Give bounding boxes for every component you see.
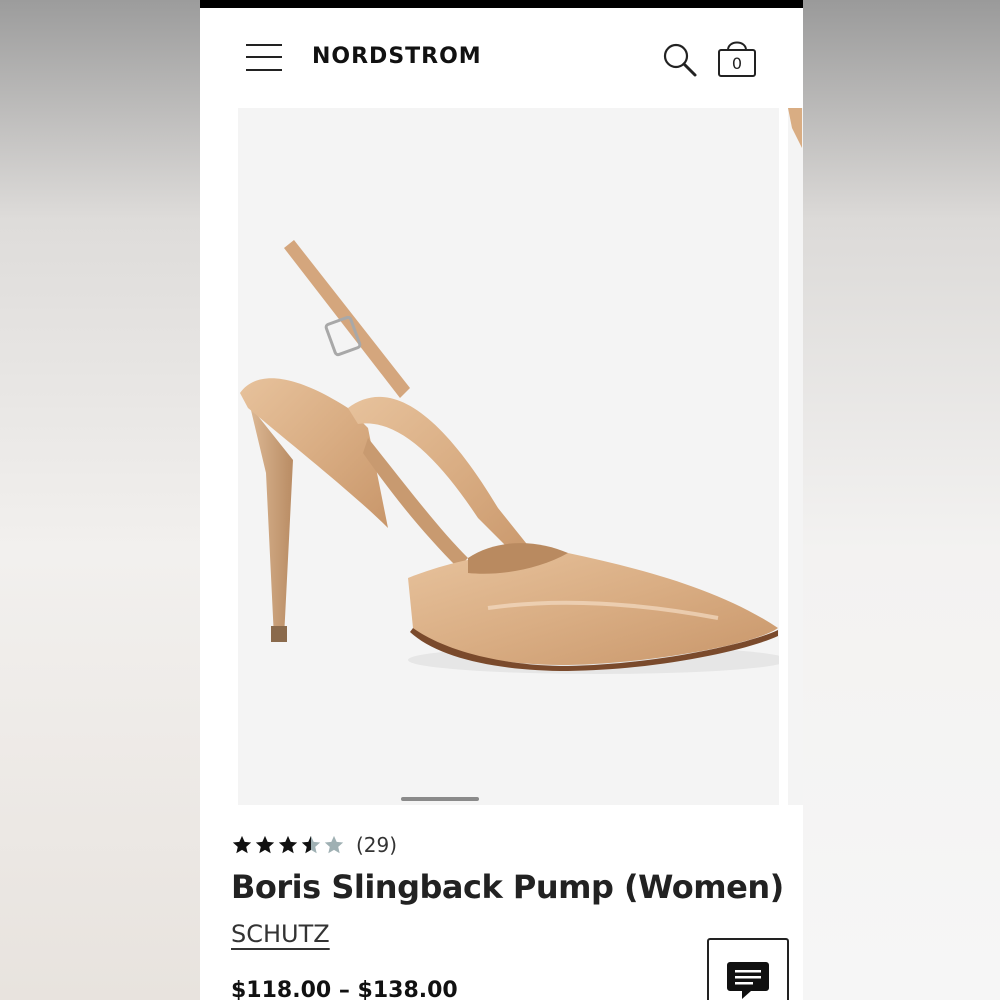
product-image-carousel[interactable] [200, 108, 803, 808]
star-empty-icon [324, 835, 344, 854]
hamburger-menu-icon[interactable] [246, 42, 282, 72]
star-half-icon [301, 835, 321, 854]
product-image[interactable] [238, 108, 779, 805]
carousel-indicator [401, 797, 479, 801]
star-filled-icon [232, 835, 252, 854]
star-filled-icon [278, 835, 298, 854]
status-bar [200, 0, 803, 8]
next-product-image[interactable] [788, 108, 803, 805]
review-count[interactable]: (29) [356, 833, 397, 857]
phone-screen: NORDSTROM 0 (29) Boris Slingback Pump (W… [200, 0, 803, 1000]
background-right [803, 0, 1000, 1000]
product-rating[interactable]: (29) [231, 830, 397, 860]
nordstrom-logo[interactable]: NORDSTROM [312, 44, 482, 69]
cart-count: 0 [731, 54, 743, 73]
chat-button[interactable] [707, 938, 789, 1000]
shoe-illustration [240, 240, 779, 674]
star-filled-icon [255, 835, 275, 854]
chat-bubble-icon [727, 962, 769, 999]
shopping-bag-button[interactable]: 0 [716, 38, 758, 80]
search-icon[interactable] [662, 42, 698, 78]
site-header: NORDSTROM 0 [200, 8, 803, 108]
star-rating [231, 834, 346, 856]
background-left [0, 0, 200, 1000]
brand-link[interactable]: SCHUTZ [231, 920, 330, 948]
product-title: Boris Slingback Pump (Women) [231, 868, 784, 906]
product-price: $118.00 – $138.00 [231, 978, 458, 1000]
